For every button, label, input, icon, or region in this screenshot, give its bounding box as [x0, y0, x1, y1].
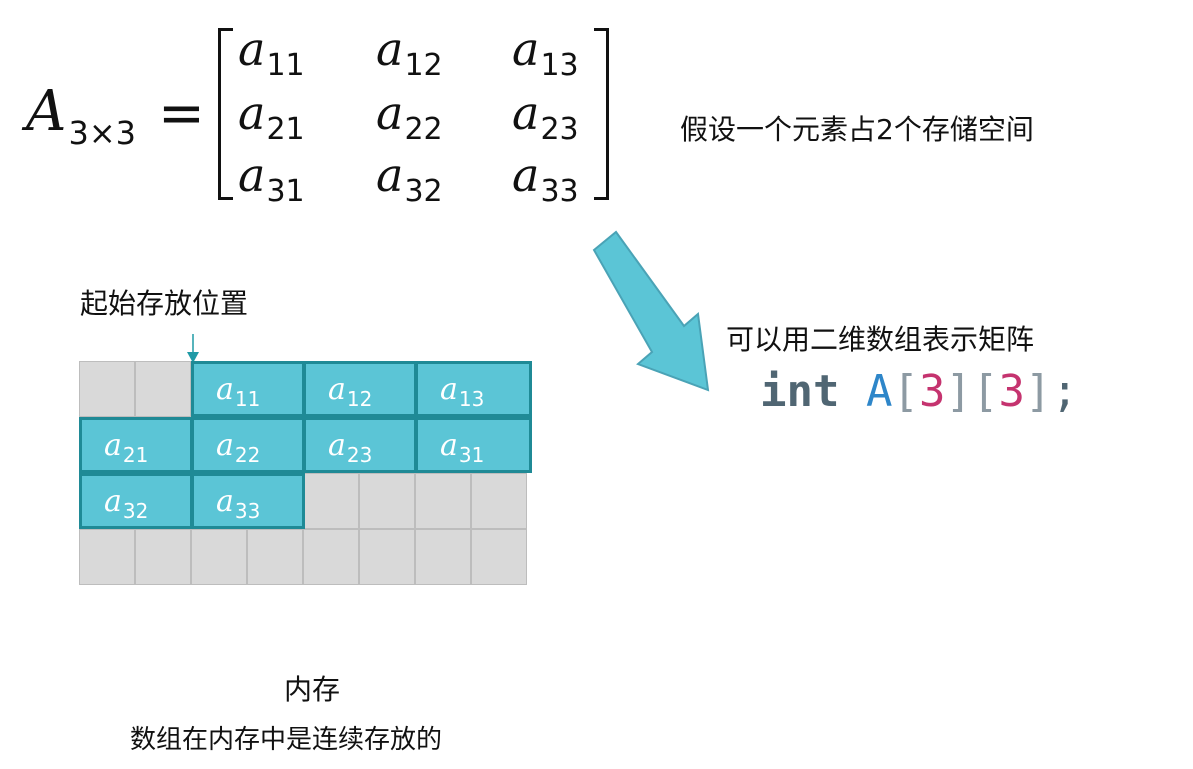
code-number: 3	[918, 366, 946, 417]
code-bracket: ]	[945, 366, 972, 417]
memory-cell	[135, 361, 191, 417]
memory-cell	[79, 361, 135, 417]
memory-cell	[471, 473, 527, 529]
memory-element: a11	[191, 361, 305, 417]
matrix-dimension: 3×3	[68, 114, 136, 152]
matrix-element: a23	[512, 86, 579, 147]
matrix-element: a21	[238, 86, 305, 147]
memory-cell	[359, 529, 415, 585]
memory-cell	[247, 529, 303, 585]
code-bracket: ]	[1024, 366, 1052, 417]
code-semicolon: ;	[1051, 366, 1078, 417]
memory-cell	[135, 529, 191, 585]
memory-cell	[415, 529, 471, 585]
memory-element: a22	[191, 417, 305, 473]
memory-element: a12	[303, 361, 417, 417]
memory-element: a21	[79, 417, 193, 473]
memory-cell	[79, 529, 135, 585]
memory-element: a13	[415, 361, 532, 417]
diagonal-arrow-icon	[592, 230, 710, 392]
represent-matrix-text: 可以用二维数组表示矩阵	[726, 323, 1035, 356]
code-identifier: A	[865, 366, 893, 417]
matrix-element: a22	[376, 86, 443, 147]
memory-element: a23	[303, 417, 417, 473]
memory-caption: 内存	[284, 673, 341, 706]
memory-cell	[415, 473, 471, 529]
memory-cell	[191, 529, 247, 585]
matrix-symbol: A	[26, 79, 67, 144]
matrix-element: a32	[376, 148, 443, 209]
code-declaration: int A[3][3];	[760, 366, 1078, 417]
matrix-element: a11	[238, 22, 305, 83]
start-position-label: 起始存放位置	[80, 287, 249, 320]
code-number: 3	[998, 366, 1025, 417]
memory-element: a32	[79, 473, 193, 529]
memory-element: a31	[415, 417, 532, 473]
matrix-element: a13	[512, 22, 579, 83]
memory-cell	[359, 473, 415, 529]
down-arrow-icon	[187, 334, 199, 363]
contiguous-storage-caption: 数组在内存中是连续存放的	[130, 725, 443, 755]
memory-cell	[303, 529, 359, 585]
memory-cell	[303, 473, 359, 529]
code-keyword: int	[760, 366, 840, 417]
matrix-right-bracket	[594, 28, 609, 200]
code-bracket: [	[892, 366, 919, 417]
matrix-element: a33	[512, 148, 579, 209]
matrix-left-bracket	[218, 28, 233, 200]
matrix-element: a12	[376, 22, 443, 83]
matrix-element: a31	[238, 148, 305, 209]
code-bracket: [	[971, 366, 999, 417]
equals-sign: =	[158, 81, 205, 146]
storage-assumption-text: 假设一个元素占2个存储空间	[680, 113, 1034, 146]
memory-cell	[471, 529, 527, 585]
matrix-name: A3×3	[26, 84, 136, 150]
memory-element: a33	[191, 473, 305, 529]
